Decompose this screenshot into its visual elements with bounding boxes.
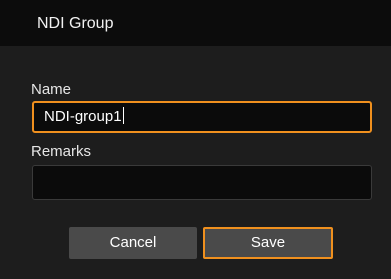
ndi-group-dialog: NDI Group Name NDI-group1 Remarks Cancel… — [0, 0, 391, 279]
cancel-button[interactable]: Cancel — [69, 227, 197, 259]
remarks-input[interactable] — [32, 165, 372, 200]
remarks-label: Remarks — [31, 143, 92, 160]
name-input[interactable]: NDI-group1 — [32, 101, 372, 133]
name-label: Name — [31, 81, 72, 98]
dialog-title: NDI Group — [37, 15, 114, 32]
dialog-titlebar: NDI Group — [0, 0, 391, 46]
text-cursor — [122, 107, 124, 124]
name-input-value: NDI-group1 — [44, 108, 122, 125]
save-button[interactable]: Save — [203, 227, 333, 259]
